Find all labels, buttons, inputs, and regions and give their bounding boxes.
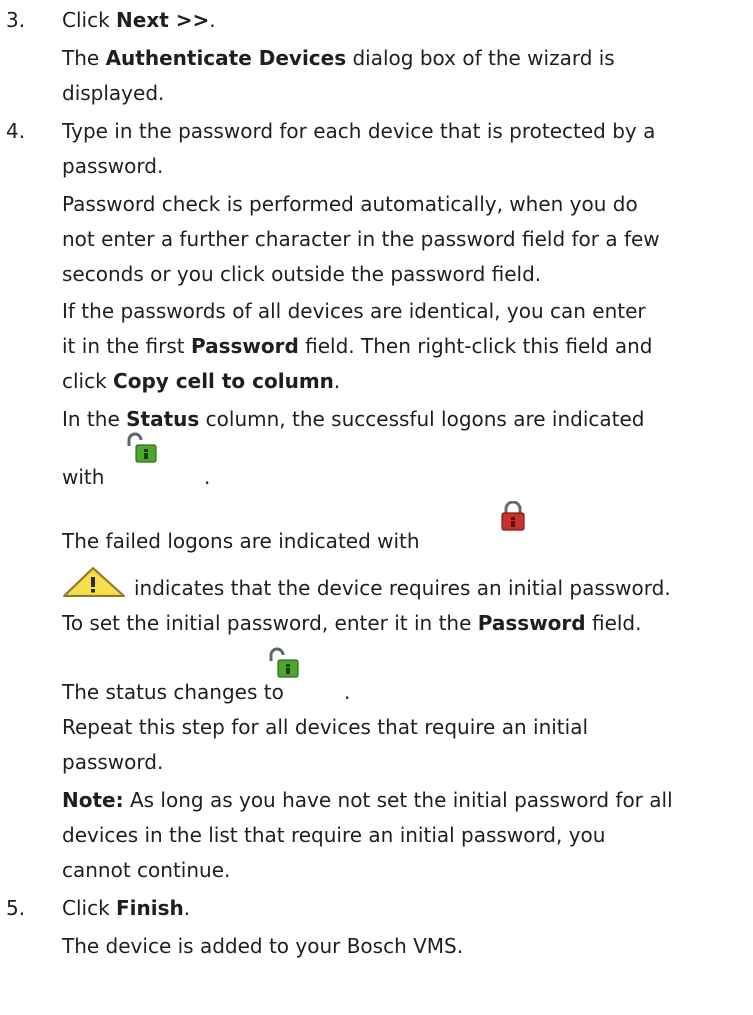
repeat-line1: Repeat this step for all devices that re…: [62, 715, 589, 739]
identical-line2-suffix: field. Then right-click this field and: [298, 334, 653, 358]
step-4-check-line3: seconds or you click outside the passwor…: [62, 262, 542, 286]
step-4-action-line2: password.: [62, 154, 164, 178]
note-line2: devices in the list that require an init…: [62, 823, 606, 847]
step-4-identical-line2: it in the first Password field. Then rig…: [62, 331, 653, 361]
status-column-label: Status: [126, 407, 200, 431]
step-3-result-line1: The Authenticate Devices dialog box of t…: [62, 43, 615, 73]
step-5-number: 5.: [6, 896, 26, 920]
unlocked-padlock-green-icon: [127, 432, 157, 463]
note-line3: cannot continue.: [62, 858, 231, 882]
warning-triangle-icon: [63, 567, 125, 597]
step-3-next-label: Next >>: [116, 8, 210, 32]
step-3-result-line2: displayed.: [62, 81, 165, 105]
set-line-prefix: To set the initial password, enter it in…: [62, 611, 478, 635]
status-line-suffix: column, the successful logons are indica…: [199, 407, 645, 431]
failed-line: The failed logons are indicated with: [62, 529, 420, 553]
with-period: .: [204, 465, 211, 489]
password-label: Password: [190, 334, 299, 358]
step-3-result-prefix: The: [62, 46, 106, 70]
identical-line3-suffix: .: [333, 369, 341, 393]
with-line: with: [62, 462, 104, 492]
note-line1: Note: As long as you have not set the in…: [62, 785, 673, 815]
authenticate-devices-label: Authenticate Devices: [105, 46, 347, 70]
step-3-result-suffix: dialog box of the wizard is: [346, 46, 615, 70]
step-5-action-prefix: Click: [62, 896, 117, 920]
step-5-action: Click Finish.: [62, 893, 190, 923]
step-4-identical-line1: If the passwords of all devices are iden…: [62, 299, 646, 323]
changes-period: .: [344, 680, 351, 704]
step-4-check-line2: not enter a further character in the pas…: [62, 227, 660, 251]
step-4-status-line: In the Status column, the successful log…: [62, 404, 645, 434]
set-line-suffix: field.: [585, 611, 642, 635]
step-4-action-line1: Type in the password for each device tha…: [62, 119, 656, 143]
locked-padlock-red-icon: [501, 501, 525, 531]
password-field-label: Password: [477, 611, 586, 635]
step-3-action: Click Next >>.: [62, 5, 216, 35]
repeat-line2: password.: [62, 750, 164, 774]
step-4-check-line1: Password check is performed automaticall…: [62, 192, 638, 216]
unlocked-padlock-green-icon: [269, 647, 299, 678]
warning-line: indicates that the device requires an in…: [134, 576, 671, 600]
status-line-prefix: In the: [62, 407, 127, 431]
changes-line: The status changes to: [62, 680, 284, 704]
note-line1-text: As long as you have not set the initial …: [123, 788, 673, 812]
set-password-line: To set the initial password, enter it in…: [62, 608, 641, 638]
step-5-action-suffix: .: [183, 896, 191, 920]
identical-line2-prefix: it in the first: [62, 334, 191, 358]
finish-label: Finish: [116, 896, 184, 920]
step-3-action-prefix: Click: [62, 8, 117, 32]
note-label: Note:: [62, 788, 124, 812]
copy-cell-to-column-label: Copy cell to column: [113, 369, 334, 393]
step-5-result: The device is added to your Bosch VMS.: [62, 934, 464, 958]
step-4-identical-line3: click Copy cell to column.: [62, 366, 340, 396]
step-3-number: 3.: [6, 8, 26, 32]
step-4-number: 4.: [6, 119, 26, 143]
with-word: with: [62, 465, 105, 489]
step-3-action-suffix: .: [209, 8, 216, 32]
identical-line3-prefix: click: [62, 369, 114, 393]
